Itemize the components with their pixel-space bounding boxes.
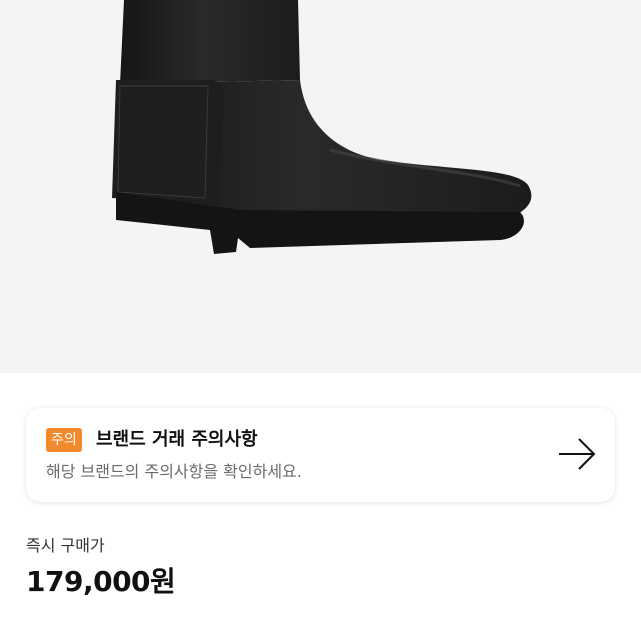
price-value: 179,000원 xyxy=(26,565,176,598)
brand-notice-card[interactable]: 주의 브랜드 거래 주의사항 해당 브랜드의 주의사항을 확인하세요. xyxy=(26,408,615,502)
arrow-right-icon[interactable] xyxy=(557,436,597,472)
price-label: 즉시 구매가 xyxy=(26,536,105,555)
notice-description: 해당 브랜드의 주의사항을 확인하세요. xyxy=(46,462,302,481)
notice-title: 브랜드 거래 주의사항 xyxy=(96,429,258,450)
product-image[interactable] xyxy=(0,0,641,373)
boot-image xyxy=(112,0,532,254)
warning-badge: 주의 xyxy=(46,428,82,452)
